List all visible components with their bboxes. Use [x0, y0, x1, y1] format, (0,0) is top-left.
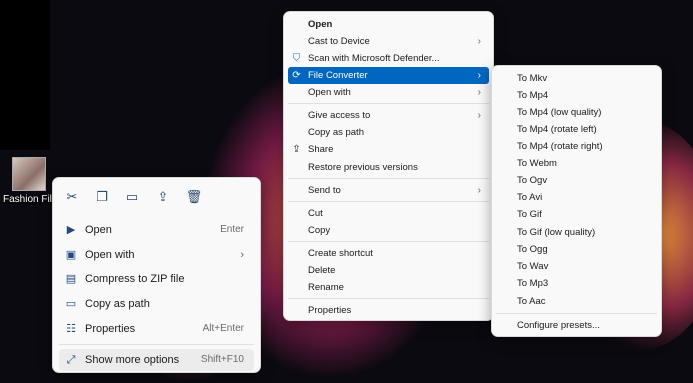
converter-item-to-ogg[interactable]: To Ogg — [517, 241, 548, 258]
classic-item-give-access[interactable]: Give access to › — [288, 107, 489, 124]
converter-item-to-mp4-rotate-right[interactable]: To Mp4 (rotate right) — [517, 138, 603, 155]
converter-item-to-wav[interactable]: To Wav — [517, 258, 548, 275]
share-icon[interactable]: ⇪ — [154, 188, 172, 206]
converter-item-to-mkv[interactable]: To Mkv — [517, 70, 547, 87]
shortcut-label: Enter — [220, 224, 244, 235]
chevron-right-icon: › — [477, 185, 481, 196]
chevron-right-icon: › — [240, 249, 244, 261]
classic-item-scan-defender[interactable]: ⛉ Scan with Microsoft Defender... — [288, 50, 489, 67]
classic-item-share[interactable]: ⇪ Share — [288, 141, 489, 158]
chevron-right-icon: › — [477, 110, 481, 121]
classic-item-file-converter[interactable]: ⟳ File Converter › — [288, 67, 489, 84]
menu-divider — [59, 344, 254, 345]
menu-item-open[interactable]: ▶ Open Enter — [59, 219, 254, 241]
converter-item-to-aac[interactable]: To Aac — [517, 293, 546, 310]
menu-divider — [288, 241, 489, 242]
converter-item-to-mp4[interactable]: To Mp4 — [517, 87, 548, 104]
converter-item-to-avi[interactable]: To Avi — [517, 189, 542, 206]
cut-icon[interactable]: ✂ — [63, 188, 81, 206]
menu-item-compress-zip[interactable]: ▤ Compress to ZIP file — [59, 268, 254, 290]
classic-item-delete[interactable]: Delete — [288, 262, 489, 279]
classic-item-create-shortcut[interactable]: Create shortcut — [288, 245, 489, 262]
converter-item-to-mp3[interactable]: To Mp3 — [517, 275, 548, 292]
context-toolbar: ✂ ❐ ▭ ⇪ 🗑 — [53, 184, 260, 212]
classic-item-cut[interactable]: Cut — [288, 205, 489, 222]
zip-icon: ▤ — [65, 273, 77, 285]
classic-item-rename[interactable]: Rename — [288, 279, 489, 296]
menu-item-show-more-options[interactable]: ⤢ Show more options Shift+F10 — [59, 349, 254, 371]
converter-configure-presets[interactable]: Configure presets... — [517, 317, 600, 334]
open-app-icon: ▶ — [66, 224, 76, 236]
shortcut-label: Shift+F10 — [200, 354, 244, 365]
chevron-right-icon: › — [477, 70, 481, 81]
file-converter-icon: ⟳ — [292, 70, 301, 81]
menu-divider — [288, 201, 489, 202]
share-icon: ⇪ — [292, 144, 301, 155]
menu-item-open-with[interactable]: ▣ Open with › — [59, 244, 254, 266]
menu-divider — [496, 313, 657, 314]
converter-item-to-mp4-rotate-left[interactable]: To Mp4 (rotate left) — [517, 121, 597, 138]
classic-context-menu: Open Cast to Device › ⛉ Scan with Micros… — [283, 11, 494, 321]
classic-item-send-to[interactable]: Send to › — [288, 182, 489, 199]
converter-item-to-ogv[interactable]: To Ogv — [517, 172, 547, 189]
open-with-icon: ▣ — [65, 249, 77, 261]
defender-shield-icon: ⛉ — [292, 53, 301, 64]
classic-item-open[interactable]: Open — [288, 16, 489, 33]
show-more-icon: ⤢ — [66, 354, 76, 366]
menu-item-properties[interactable]: ☷ Properties Alt+Enter — [59, 318, 254, 340]
menu-item-copy-as-path[interactable]: ▭ Copy as path — [59, 293, 254, 315]
file-thumbnail — [12, 157, 46, 191]
classic-item-copy[interactable]: Copy — [288, 222, 489, 239]
copy-icon[interactable]: ❐ — [93, 188, 111, 206]
converter-item-to-gif-low-quality[interactable]: To Gif (low quality) — [517, 224, 595, 241]
menu-divider — [288, 298, 489, 299]
converter-item-to-mp4-low-quality[interactable]: To Mp4 (low quality) — [517, 104, 601, 121]
rename-icon[interactable]: ▭ — [123, 188, 141, 206]
classic-item-open-with[interactable]: Open with › — [288, 84, 489, 101]
chevron-right-icon: › — [477, 87, 481, 98]
file-converter-submenu: To Mkv To Mp4 To Mp4 (low quality) To Mp… — [491, 65, 662, 337]
converter-item-to-gif[interactable]: To Gif — [517, 206, 542, 223]
properties-icon: ☷ — [66, 323, 76, 335]
modern-context-menu: ✂ ❐ ▭ ⇪ 🗑 ▶ Open Enter ▣ Open with › ▤ C… — [52, 177, 261, 373]
menu-divider — [288, 103, 489, 104]
converter-item-to-webm[interactable]: To Webm — [517, 155, 557, 172]
classic-item-properties[interactable]: Properties — [288, 302, 489, 319]
menu-divider — [288, 178, 489, 179]
classic-item-copy-as-path[interactable]: Copy as path — [288, 124, 489, 141]
delete-icon[interactable]: 🗑 — [185, 188, 203, 206]
chevron-right-icon: › — [477, 36, 481, 47]
shortcut-label: Alt+Enter — [202, 323, 244, 334]
copy-path-icon: ▭ — [65, 298, 77, 310]
classic-item-restore-versions[interactable]: Restore previous versions — [288, 159, 489, 176]
classic-item-cast-to-device[interactable]: Cast to Device › — [288, 33, 489, 50]
